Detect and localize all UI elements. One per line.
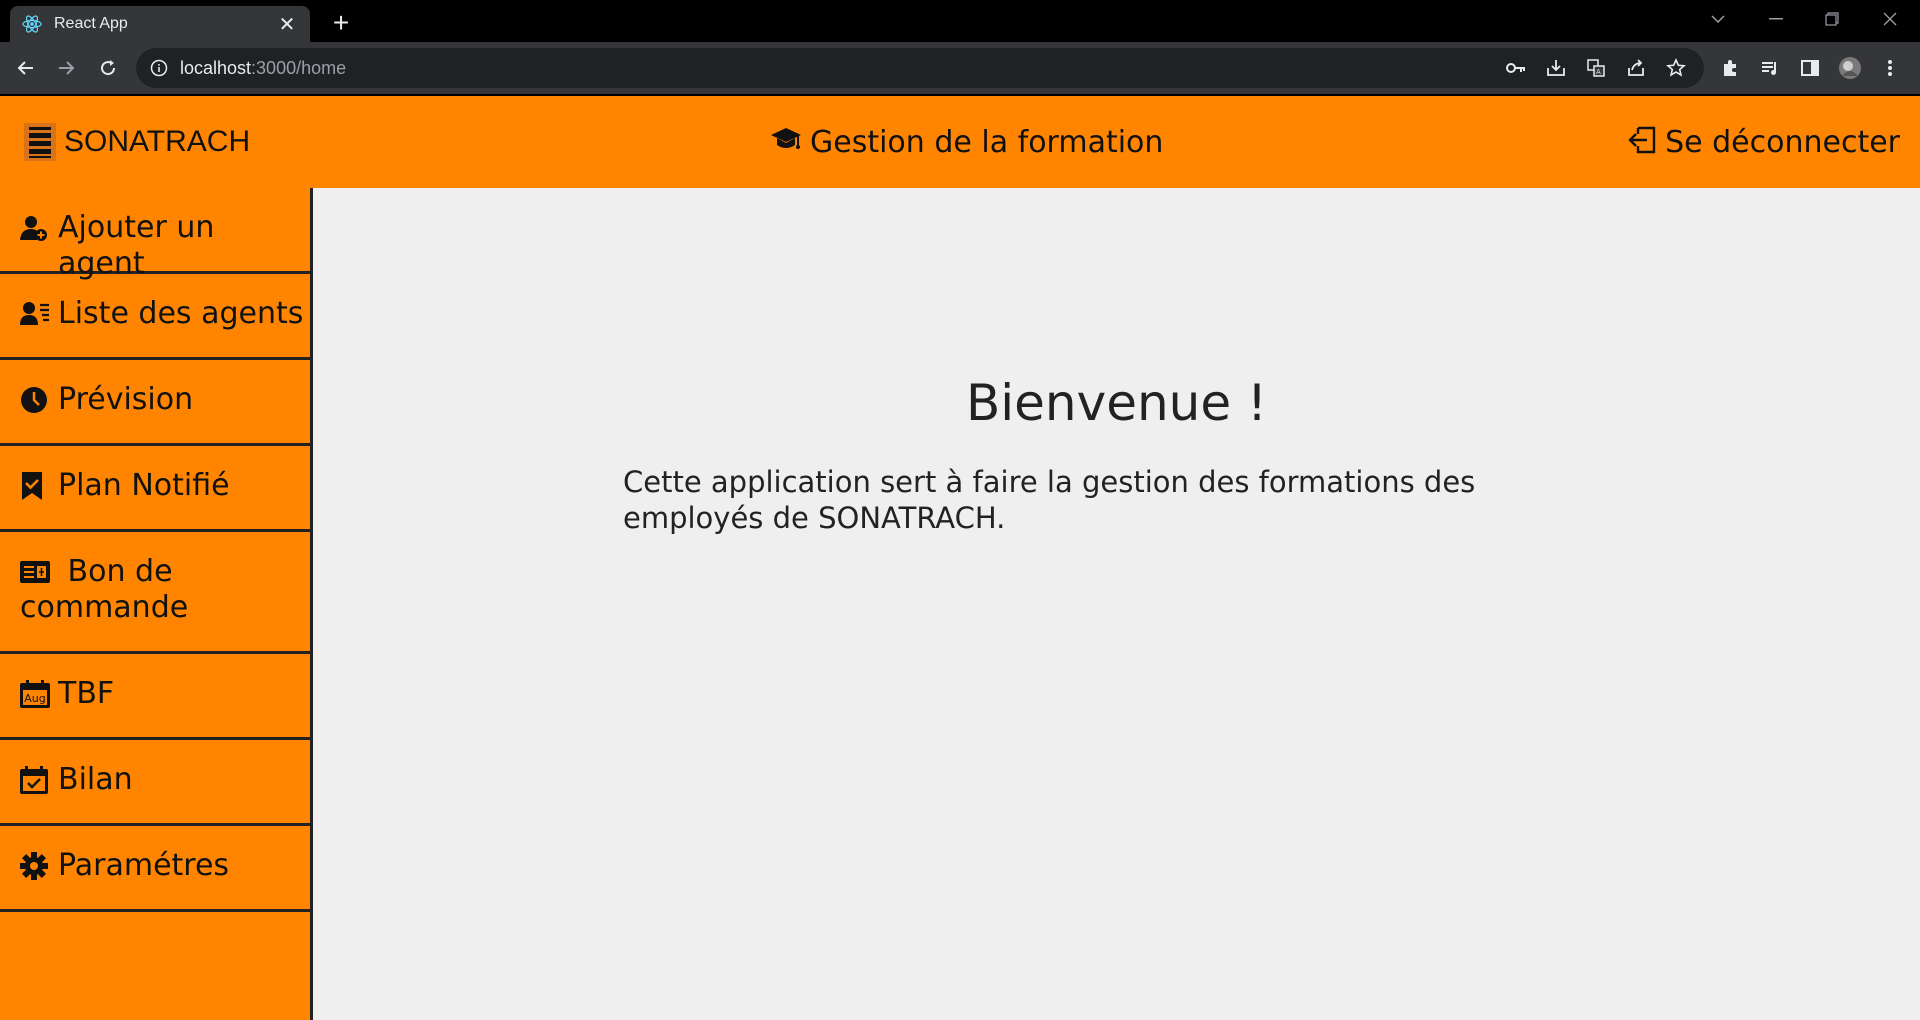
react-logo-icon <box>22 14 42 34</box>
user-list-icon <box>20 296 50 332</box>
share-icon[interactable] <box>1616 48 1656 88</box>
sonatrach-logo-icon <box>24 123 56 161</box>
tab-close-icon[interactable]: ✕ <box>276 13 298 35</box>
side-panel-icon[interactable] <box>1790 48 1830 88</box>
install-app-icon[interactable] <box>1536 48 1576 88</box>
new-tab-button[interactable]: + <box>326 7 356 38</box>
tab-title: React App <box>54 15 128 32</box>
logout-icon <box>1627 126 1657 158</box>
sidebar-item-label: TBF <box>58 676 115 711</box>
browser-tab[interactable]: React App ✕ <box>10 6 310 42</box>
sidebar-item-label: Bilan <box>58 762 133 797</box>
calendar-month-icon: Aug <box>20 676 50 712</box>
browser-menu-icon[interactable] <box>1870 48 1910 88</box>
svg-text:A: A <box>1596 68 1601 76</box>
back-icon[interactable] <box>12 54 40 82</box>
sidebar-item-prevision[interactable]: Prévision <box>0 360 310 446</box>
forward-icon[interactable] <box>52 54 80 82</box>
sidebar-item-label: Liste des agents <box>58 296 304 331</box>
sidebar-item-label: Prévision <box>58 382 194 417</box>
app-header: SONATRACH Gestion de la formation Se déc… <box>0 96 1920 188</box>
bookmark-check-icon <box>20 468 50 504</box>
url-host: localhost <box>180 57 252 78</box>
bookmark-star-icon[interactable] <box>1656 48 1696 88</box>
clock-icon <box>20 382 50 418</box>
brand-name: SONATRACH <box>64 125 251 158</box>
user-plus-icon <box>20 210 50 246</box>
sidebar-item-label: Ajouter un agent <box>58 210 215 281</box>
order-card-icon <box>20 554 50 590</box>
sidebar-item-parametres[interactable]: Paramétres <box>0 826 310 912</box>
restore-icon[interactable] <box>1804 0 1860 38</box>
sidebar-item-bilan[interactable]: Bilan <box>0 740 310 826</box>
url-path: :3000/home <box>251 57 347 78</box>
sidebar-item-tbf[interactable]: Aug TBF <box>0 654 310 740</box>
gear-icon <box>20 848 50 884</box>
logout-label: Se déconnecter <box>1665 124 1900 160</box>
site-info-icon[interactable] <box>150 59 168 77</box>
key-icon[interactable] <box>1496 48 1536 88</box>
close-window-icon[interactable] <box>1862 0 1918 38</box>
sidebar-item-ajouter-agent[interactable]: Ajouter un agent <box>0 188 310 281</box>
sidebar-item-plan-notifie[interactable]: Plan Notifié <box>0 446 310 532</box>
reload-icon[interactable] <box>94 54 122 82</box>
sidebar-item-liste-agents[interactable]: Liste des agents <box>0 274 310 360</box>
welcome-description: Cette application sert à faire la gestio… <box>623 465 1476 535</box>
logout-button[interactable]: Se déconnecter <box>1627 120 1900 164</box>
app-title: Gestion de la formation <box>770 120 1163 164</box>
tab-search-icon[interactable] <box>1690 0 1746 38</box>
main-content: Bienvenue ! Cette application sert à fai… <box>313 188 1920 1020</box>
browser-tab-bar: React App ✕ + <box>0 0 1920 42</box>
calendar-check-icon <box>20 762 50 798</box>
brand[interactable]: SONATRACH <box>24 122 250 162</box>
translate-icon[interactable]: A <box>1576 48 1616 88</box>
sidebar: Ajouter un agent Liste des agents Prévis… <box>0 188 313 1020</box>
minimize-icon[interactable] <box>1748 0 1804 38</box>
sidebar-item-label: Plan Notifié <box>58 468 230 503</box>
sidebar-item-label: Paramétres <box>58 848 230 883</box>
sidebar-item-bon-commande[interactable]: Bon de commande <box>0 532 310 654</box>
address-bar[interactable]: localhost:3000/home A <box>136 48 1704 88</box>
app-title-text: Gestion de la formation <box>810 124 1164 160</box>
profile-avatar[interactable] <box>1830 48 1870 88</box>
graduation-cap-icon <box>770 126 802 158</box>
calendar-month-text: Aug <box>24 692 45 705</box>
media-queue-icon[interactable] <box>1750 48 1790 88</box>
extensions-icon[interactable] <box>1710 48 1750 88</box>
browser-toolbar: localhost:3000/home A <box>0 42 1920 94</box>
welcome-heading: Bienvenue ! <box>965 374 1268 432</box>
